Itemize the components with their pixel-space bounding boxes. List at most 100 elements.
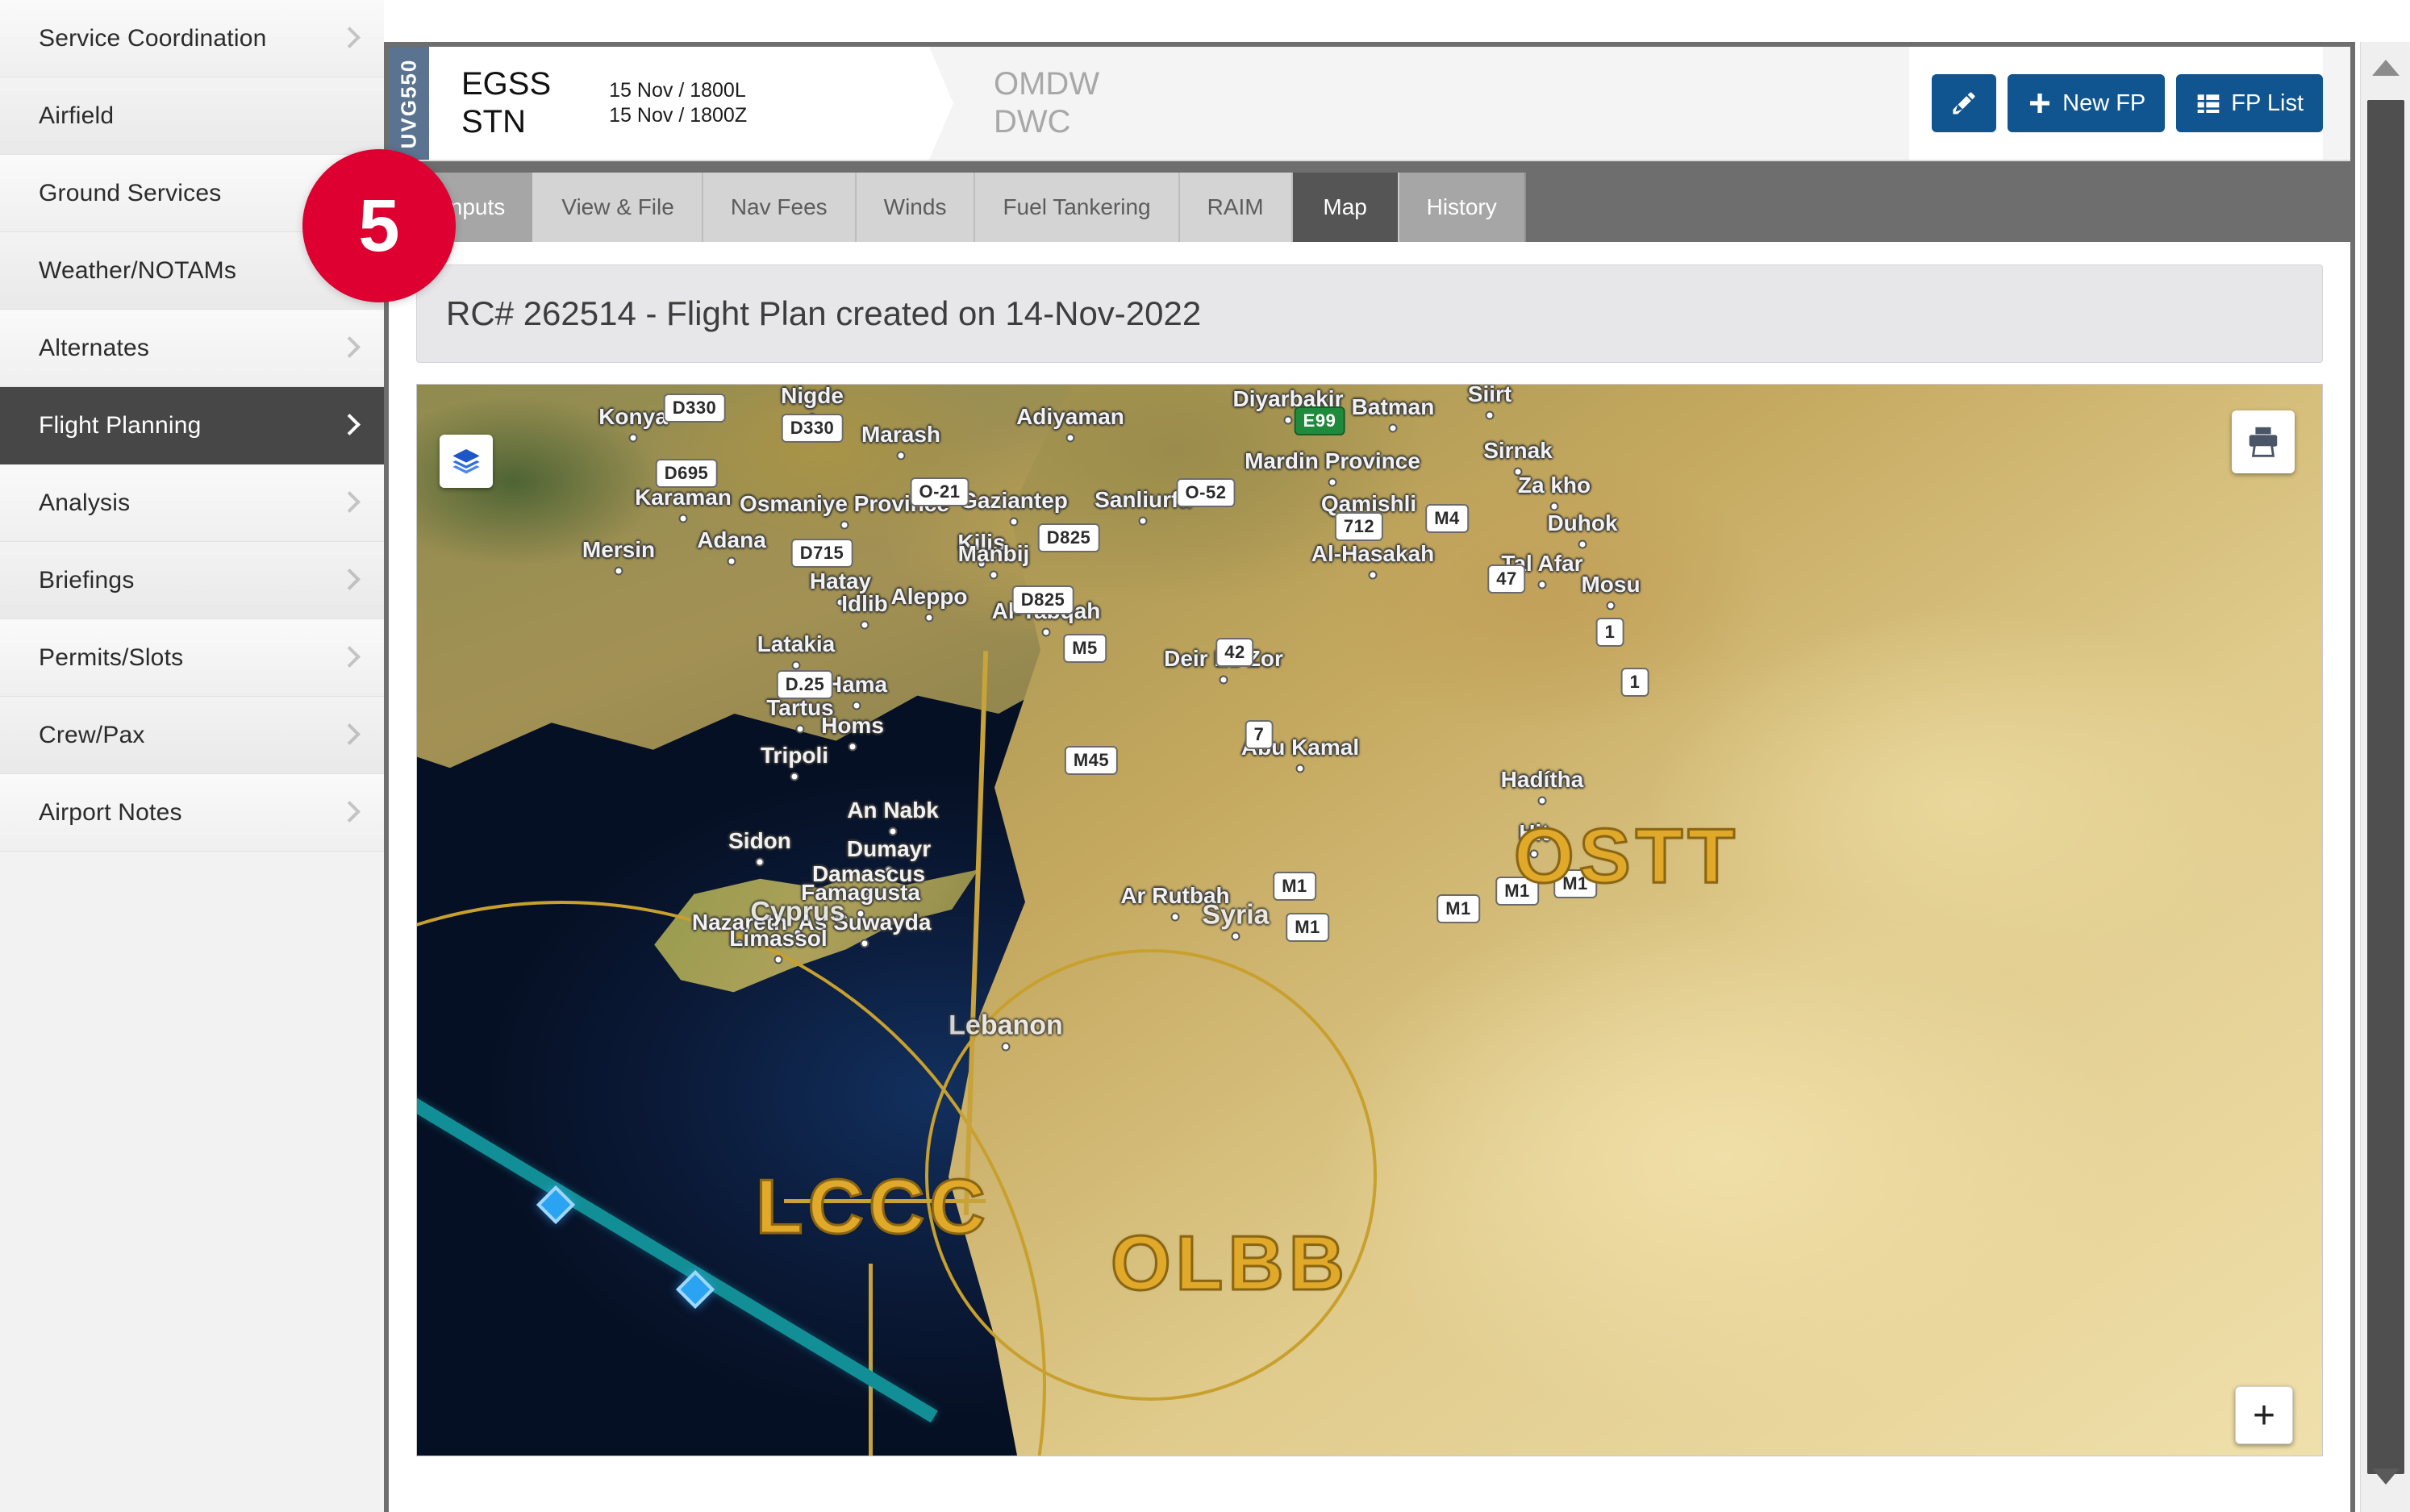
destination-iata: DWC: [994, 104, 1071, 140]
map-place-dot: [856, 909, 865, 918]
tab-label: Fuel Tankering: [1003, 194, 1151, 219]
map-fir-label: OLBB: [1110, 1219, 1349, 1308]
flight-plan-title: RC# 262514 - Flight Plan created on 14-N…: [446, 294, 1202, 332]
map-place-dot: [1328, 477, 1337, 487]
map-place-dot: [924, 613, 934, 623]
map-place-dot: [1549, 502, 1559, 511]
map-road-shield: M1: [1273, 872, 1316, 901]
sidebar-item-label: Airport Notes: [39, 798, 182, 826]
tab-winds[interactable]: Winds: [856, 173, 976, 242]
map-place-dot: [1170, 912, 1180, 922]
destination-codes: OMDW DWC: [994, 65, 1099, 141]
sidebar-nav-list: Service Coordination Airfield Ground Servi…: [0, 0, 384, 852]
tab-view-file[interactable]: View & File: [534, 173, 703, 242]
sidebar-empty-area: [0, 852, 384, 1464]
origin-times: 15 Nov / 1800L 15 Nov / 1800Z: [609, 78, 747, 129]
tail-number-tab[interactable]: UVG550: [389, 47, 429, 160]
map-road-shield: D825: [1011, 585, 1074, 614]
chevron-right-icon: [342, 569, 356, 593]
tab-label: Map: [1323, 194, 1367, 219]
map-fir-label: LCCC: [755, 1163, 990, 1252]
map-place-dot: [791, 660, 801, 670]
map-place-dot: [735, 939, 744, 948]
map-place-dot: [727, 556, 736, 566]
fp-list-button[interactable]: FP List: [2176, 74, 2323, 132]
sidebar-item-briefings[interactable]: Briefings: [0, 542, 384, 619]
list-icon: [2197, 94, 2220, 113]
tail-number-label: UVG550: [396, 58, 421, 148]
map-road-shield: M1: [1286, 913, 1329, 942]
edit-flight-plan-button[interactable]: [1932, 74, 1997, 132]
map-place-dot: [755, 857, 765, 867]
map-print-button[interactable]: [2232, 410, 2295, 473]
map-place-dot: [852, 701, 861, 710]
map-place-dot: [1537, 580, 1547, 589]
map-road-shield: E99: [1294, 406, 1345, 435]
map-container[interactable]: Konya Nigde Karaman Mersin Adana Osmaniye Pro…: [416, 384, 2323, 1456]
sidebar-item-crew-pax[interactable]: Crew/Pax: [0, 697, 384, 774]
origin-leg[interactable]: EGSS STN 15 Nov / 1800L 15 Nov / 1800Z: [429, 47, 929, 160]
map-zoom-in-label: +: [2252, 1393, 2276, 1437]
map-place-dot: [628, 433, 638, 443]
sidebar-item-permits-slots[interactable]: Permits/Slots: [0, 619, 384, 697]
sidebar-item-label: Alternates: [39, 334, 150, 361]
sidebar-item-alternates[interactable]: Alternates: [0, 310, 384, 387]
map-place-dot: [1009, 517, 1019, 527]
printer-icon: [2249, 427, 2278, 457]
destination-icao: OMDW: [994, 65, 1100, 102]
map-layers-button[interactable]: [440, 435, 493, 488]
map-place-dot: [773, 955, 783, 964]
chevron-right-icon: [342, 491, 356, 515]
sidebar-item-service-coordination[interactable]: Service Coordination: [0, 0, 384, 77]
map-place-dot: [1001, 1042, 1011, 1052]
chevron-right-icon: [342, 723, 356, 748]
map-road-shield: D825: [1037, 523, 1100, 552]
chevron-right-icon: [342, 27, 356, 51]
sidebar-item-analysis[interactable]: Analysis: [0, 464, 384, 542]
map-road-shield: D330: [781, 414, 844, 443]
map-road-shield: D330: [663, 394, 726, 423]
sidebar-item-label: Analysis: [39, 489, 131, 516]
chevron-right-icon: [342, 646, 356, 670]
flight-plan-title-bar: RC# 262514 - Flight Plan created on 14-N…: [416, 264, 2323, 363]
scroll-down-arrow-icon[interactable]: [2371, 1468, 2400, 1485]
map-place-dot: [614, 566, 623, 576]
map-canvas[interactable]: Konya Nigde Karaman Mersin Adana Osmaniye Pro…: [417, 385, 2322, 1456]
map-place-dot: [864, 890, 874, 900]
tab-map[interactable]: Map: [1292, 173, 1398, 242]
map-road-shield: 1: [1620, 668, 1649, 697]
map-place-dot: [848, 742, 857, 752]
sidebar-item-airport-notes[interactable]: Airport Notes: [0, 774, 384, 852]
origin-local-time: 15 Nov / 1800L: [609, 78, 746, 102]
map-place-dot: [1065, 433, 1075, 443]
sidebar-item-airfield[interactable]: Airfield: [0, 77, 384, 155]
page-vertical-scrollbar[interactable]: [2360, 42, 2410, 1512]
map-place-dot: [1578, 539, 1587, 549]
sidebar-item-label: Ground Services: [39, 179, 222, 206]
sidebar-item-flight-planning[interactable]: Flight Planning: [0, 387, 384, 464]
map-place-dot: [1138, 516, 1148, 526]
tab-label: View & File: [561, 194, 674, 219]
map-place-dot: [896, 451, 906, 460]
map-place-dot: [1231, 931, 1240, 941]
step-number-badge: 5: [302, 149, 456, 302]
map-road-shield: 712: [1334, 512, 1384, 541]
tab-raim[interactable]: RAIM: [1179, 173, 1293, 242]
map-place-dot: [989, 570, 999, 580]
map-road-shield: M5: [1063, 634, 1107, 663]
map-road-shield: 47: [1487, 564, 1526, 594]
map-place-dot: [1388, 423, 1398, 433]
scrollbar-thumb[interactable]: [2367, 100, 2404, 1474]
map-fir-label: OSTT: [1513, 812, 1740, 901]
map-zoom-in-button[interactable]: +: [2235, 1386, 2293, 1444]
tab-label: RAIM: [1207, 194, 1264, 219]
new-fp-button[interactable]: New FP: [2008, 74, 2166, 132]
map-road-shield: D715: [790, 539, 853, 568]
tab-nav-fees[interactable]: Nav Fees: [703, 173, 857, 242]
map-place-dot: [795, 724, 805, 734]
new-fp-label: New FP: [2062, 90, 2146, 116]
tab-fuel-tankering[interactable]: Fuel Tankering: [975, 173, 1180, 242]
scroll-up-arrow-icon[interactable]: [2371, 60, 2400, 76]
header-action-buttons: New FP FP List: [1909, 47, 2323, 160]
tab-history[interactable]: History: [1397, 173, 1526, 242]
